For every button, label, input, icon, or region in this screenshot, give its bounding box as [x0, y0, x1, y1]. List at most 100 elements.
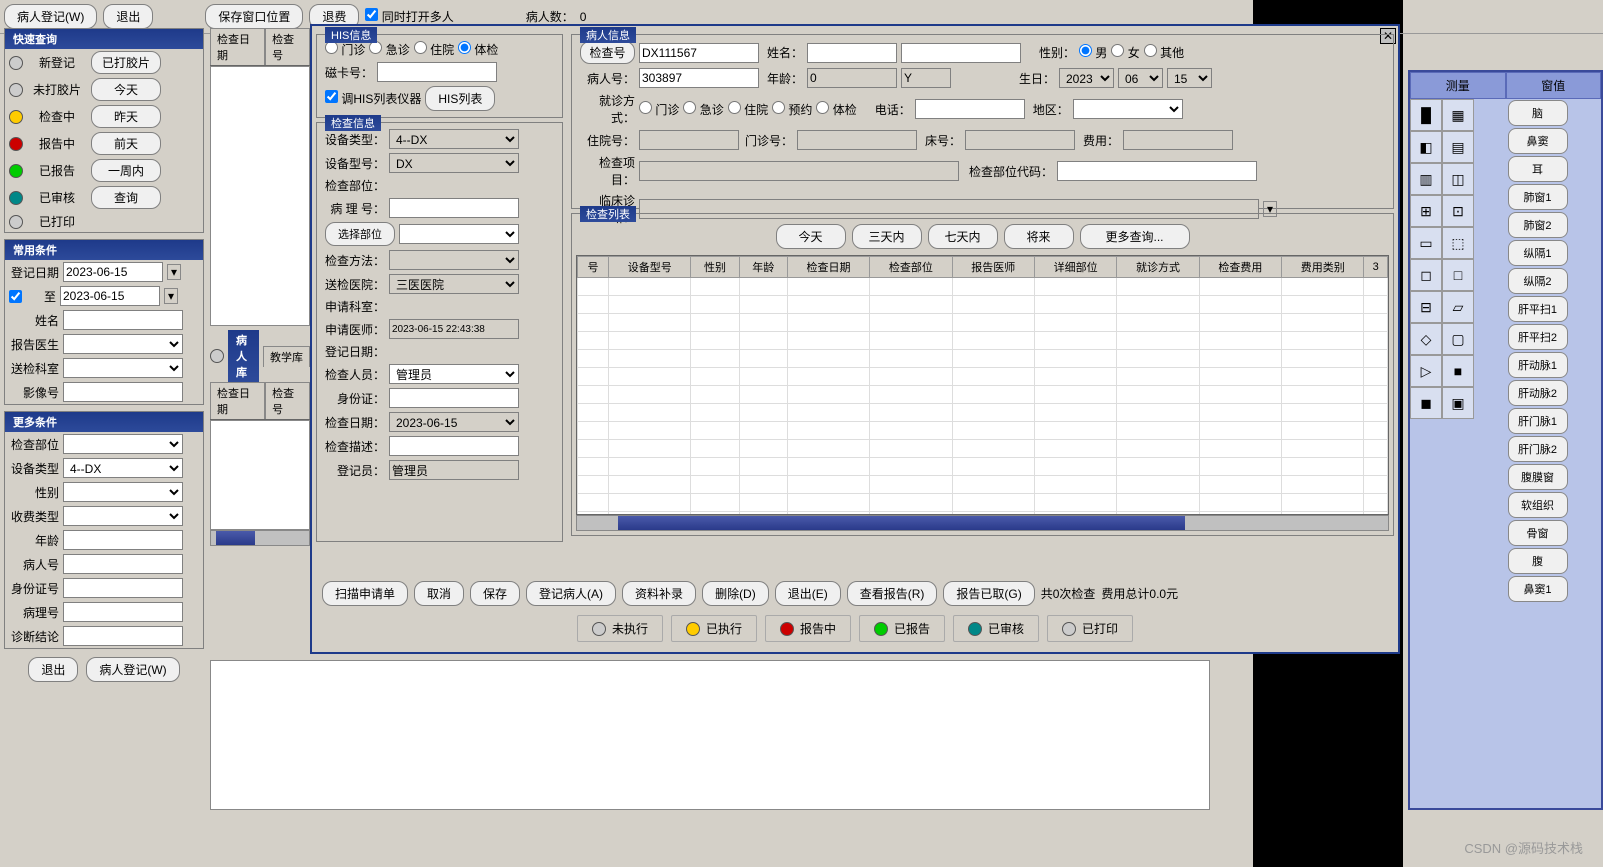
name-input[interactable]	[63, 310, 183, 330]
radio-visit-outpatient[interactable]: 门诊	[639, 101, 679, 118]
case-no-input[interactable]	[389, 198, 519, 218]
age-input[interactable]	[807, 68, 897, 88]
device-type-select[interactable]: 4--DX	[63, 458, 183, 478]
preset-button[interactable]: 肝门脉2	[1508, 436, 1568, 462]
tool-icon[interactable]: ▣	[1442, 387, 1474, 419]
quick-query-button[interactable]: 已打胶片	[91, 51, 161, 74]
table-row[interactable]	[578, 440, 1388, 458]
table-header[interactable]: 就诊方式	[1117, 257, 1199, 278]
id-no-input[interactable]	[63, 578, 183, 598]
radio-female[interactable]: 女	[1111, 44, 1139, 61]
register-button[interactable]: 病人登记(W)	[4, 4, 97, 29]
reg-date-input[interactable]	[63, 262, 163, 282]
tab-teach-lib[interactable]: 教学库	[263, 346, 310, 367]
preset-button[interactable]: 肝平扫2	[1508, 324, 1568, 350]
tool-icon[interactable]: □	[1442, 259, 1474, 291]
quick-query-button[interactable]: 前天	[91, 132, 161, 155]
radio-physical[interactable]: 体检	[458, 41, 498, 58]
adm-no-input[interactable]	[639, 130, 739, 150]
age-unit-input[interactable]	[901, 68, 951, 88]
cancel-button[interactable]: 取消	[414, 581, 464, 606]
quick-query-button[interactable]: 一周内	[91, 159, 161, 182]
table-header[interactable]: 检查部位	[870, 257, 952, 278]
table-header[interactable]: 详细部位	[1034, 257, 1116, 278]
3days-button[interactable]: 三天内	[852, 224, 922, 249]
tab-exam-date-2[interactable]: 检查日期	[210, 382, 265, 419]
table-row[interactable]	[578, 332, 1388, 350]
tool-icon[interactable]: ▷	[1410, 355, 1442, 387]
preset-button[interactable]: 骨窗	[1508, 520, 1568, 546]
check-no-button[interactable]: 检查号	[580, 41, 635, 64]
tool-icon[interactable]: ▦	[1442, 99, 1474, 131]
hospital-select[interactable]: 三医医院	[389, 274, 519, 294]
idcard-input[interactable]	[389, 388, 519, 408]
horizontal-scrollbar[interactable]	[210, 530, 310, 546]
radio-male[interactable]: 男	[1079, 44, 1107, 61]
name-input-2[interactable]	[901, 43, 1021, 63]
dept-select[interactable]	[63, 358, 183, 378]
table-header[interactable]: 号	[578, 257, 609, 278]
examiner-select[interactable]: 管理员	[389, 364, 519, 384]
preset-button[interactable]: 纵隔2	[1508, 268, 1568, 294]
preset-button[interactable]: 肺窗2	[1508, 212, 1568, 238]
radio-visit-appointment[interactable]: 预约	[772, 101, 812, 118]
tool-icon[interactable]: ⊡	[1442, 195, 1474, 227]
preset-button[interactable]: 腹	[1508, 548, 1568, 574]
gender-select[interactable]	[63, 482, 183, 502]
table-header[interactable]: 检查费用	[1199, 257, 1281, 278]
preset-button[interactable]: 肝门脉1	[1508, 408, 1568, 434]
save-window-pos-button[interactable]: 保存窗口位置	[205, 4, 303, 29]
case-no-input[interactable]	[63, 602, 183, 622]
preset-button[interactable]: 肝动脉1	[1508, 352, 1568, 378]
tool-icon[interactable]: ◻	[1410, 259, 1442, 291]
exam-date-select[interactable]: 2023-06-15	[389, 412, 519, 432]
phone-input[interactable]	[915, 99, 1025, 119]
tab-exam-date[interactable]: 检查日期	[210, 28, 265, 65]
radio-visit-inpatient[interactable]: 住院	[728, 101, 768, 118]
tab-window-value[interactable]: 窗值	[1506, 72, 1602, 99]
view-report-button[interactable]: 查看报告(R)	[847, 581, 938, 606]
table-header[interactable]: 3	[1364, 257, 1388, 278]
future-button[interactable]: 将来	[1004, 224, 1074, 249]
table-row[interactable]	[578, 278, 1388, 296]
birth-year-select[interactable]: 2023	[1059, 68, 1114, 88]
age-input[interactable]	[63, 530, 183, 550]
report-got-button[interactable]: 报告已取(G)	[943, 581, 1034, 606]
7days-button[interactable]: 七天内	[928, 224, 998, 249]
tool-icon[interactable]: ▥	[1410, 163, 1442, 195]
table-header[interactable]: 性别	[691, 257, 739, 278]
table-row[interactable]	[578, 422, 1388, 440]
scan-button[interactable]: 扫描申请单	[322, 581, 408, 606]
to-date-input[interactable]	[60, 286, 160, 306]
delete-button[interactable]: 删除(D)	[702, 581, 769, 606]
method-select[interactable]	[389, 250, 519, 270]
preset-button[interactable]: 耳	[1508, 156, 1568, 182]
doctor-select[interactable]	[63, 334, 183, 354]
part-code-input[interactable]	[1057, 161, 1257, 181]
preset-button[interactable]: 肝动脉2	[1508, 380, 1568, 406]
register-button-bottom[interactable]: 病人登记(W)	[86, 657, 179, 682]
table-header[interactable]: 设备型号	[609, 257, 691, 278]
radio-outpatient[interactable]: 门诊	[325, 41, 365, 58]
birth-day-select[interactable]: 15	[1167, 68, 1212, 88]
tool-icon[interactable]: ◫	[1442, 163, 1474, 195]
radio-visit-emergency[interactable]: 急诊	[683, 101, 723, 118]
tab-patient-lib[interactable]: 病人库	[228, 330, 259, 382]
birth-month-select[interactable]: 06	[1118, 68, 1163, 88]
radio-other[interactable]: 其他	[1144, 44, 1184, 61]
register-patient-button[interactable]: 登记病人(A)	[526, 581, 616, 606]
table-header[interactable]: 检查日期	[787, 257, 869, 278]
preset-button[interactable]: 鼻窦	[1508, 128, 1568, 154]
tab-exam-no-2[interactable]: 检查号	[265, 382, 310, 419]
select-part-button[interactable]: 选择部位	[325, 222, 395, 246]
preset-button[interactable]: 纵隔1	[1508, 240, 1568, 266]
fee-input[interactable]	[1123, 130, 1233, 150]
table-row[interactable]	[578, 296, 1388, 314]
preset-button[interactable]: 软组织	[1508, 492, 1568, 518]
preset-button[interactable]: 鼻窦1	[1508, 576, 1568, 602]
tool-icon[interactable]: ◧	[1410, 131, 1442, 163]
quick-query-button[interactable]: 查询	[91, 186, 161, 209]
table-row[interactable]	[578, 350, 1388, 368]
exit-button[interactable]: 退出	[103, 4, 153, 29]
table-header[interactable]: 年龄	[739, 257, 787, 278]
